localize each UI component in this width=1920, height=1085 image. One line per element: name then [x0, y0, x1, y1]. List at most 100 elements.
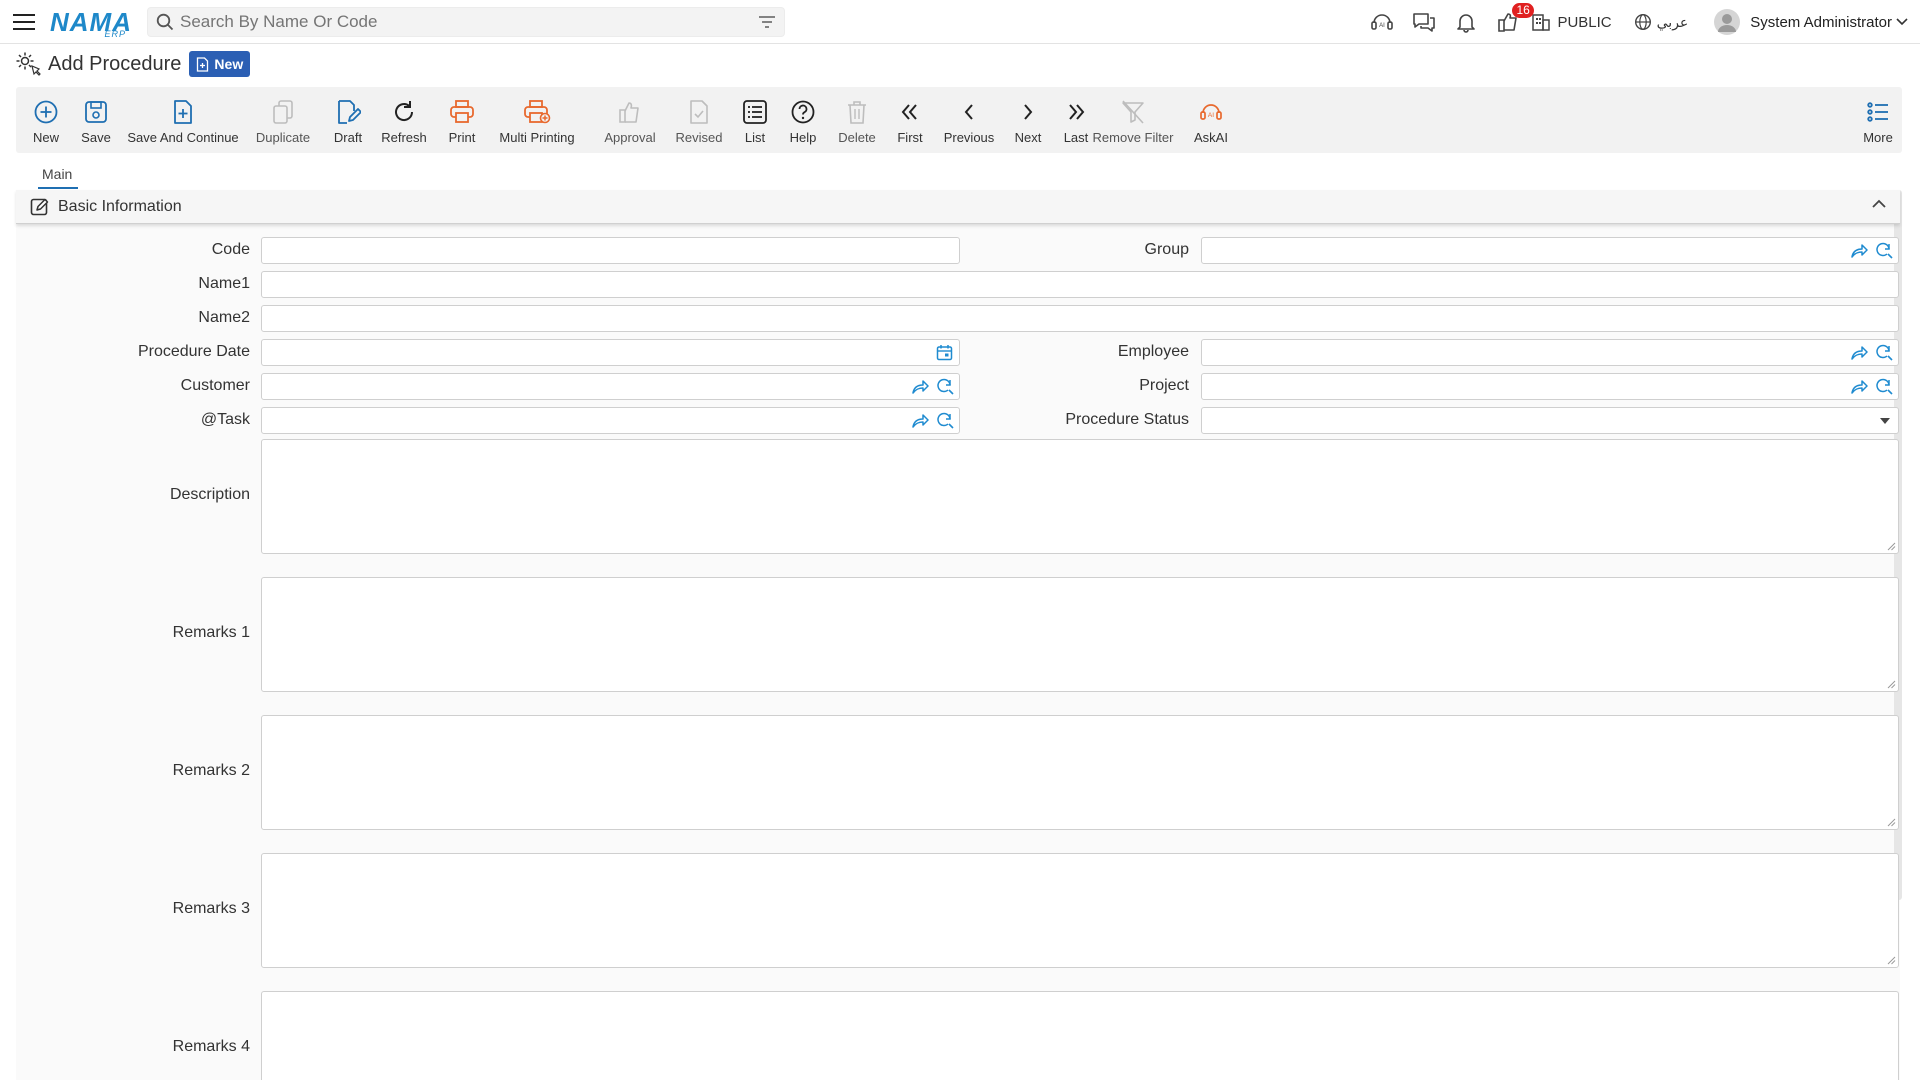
- procedure-status-label: Procedure Status: [1065, 411, 1189, 428]
- filter-icon[interactable]: [758, 14, 776, 30]
- search-refresh-icon[interactable]: [1876, 344, 1894, 362]
- new-button[interactable]: New: [26, 87, 66, 153]
- first-button-label: First: [897, 130, 923, 145]
- tab-main[interactable]: Main: [40, 160, 74, 187]
- task-label: @Task: [200, 411, 250, 428]
- globe-icon: [1634, 13, 1652, 31]
- project-field[interactable]: [1201, 373, 1899, 400]
- name1-field[interactable]: [261, 271, 1899, 298]
- global-search[interactable]: [147, 7, 785, 37]
- resize-grip-icon[interactable]: [1887, 542, 1896, 551]
- name1-label: Name1: [198, 275, 250, 292]
- print-button[interactable]: Print: [442, 87, 482, 153]
- search-refresh-icon[interactable]: [937, 378, 955, 396]
- remarks2-field[interactable]: [261, 715, 1899, 830]
- revised-button-label: Revised: [675, 130, 723, 145]
- procedure-status-input[interactable]: [1202, 408, 1898, 433]
- procedure-date-field[interactable]: [261, 339, 960, 366]
- share-arrow-icon[interactable]: [911, 379, 929, 395]
- company-selector[interactable]: PUBLIC: [1531, 12, 1612, 32]
- save-button[interactable]: Save: [76, 87, 116, 153]
- description-field[interactable]: [261, 439, 1899, 554]
- share-arrow-icon[interactable]: [1850, 379, 1868, 395]
- language-switch[interactable]: عربي: [1634, 13, 1688, 31]
- remarks4-field[interactable]: [261, 991, 1899, 1080]
- employee-input[interactable]: [1202, 340, 1898, 365]
- resize-grip-icon[interactable]: [1887, 818, 1896, 827]
- status-badge: New: [189, 51, 251, 77]
- procedure-date-label: Procedure Date: [137, 343, 250, 360]
- name1-input[interactable]: [262, 272, 1898, 297]
- company-label: PUBLIC: [1557, 13, 1612, 31]
- revised-button[interactable]: Revised: [668, 87, 730, 153]
- new-button-label: New: [32, 130, 59, 145]
- code-input[interactable]: [262, 238, 959, 263]
- share-arrow-icon[interactable]: [911, 413, 929, 429]
- customer-field[interactable]: [261, 373, 960, 400]
- section-basic-information[interactable]: Basic Information: [16, 190, 1900, 224]
- duplicate-button[interactable]: Duplicate: [253, 87, 313, 153]
- remove-filter-button[interactable]: Remove Filter: [1088, 87, 1178, 153]
- plus-circle-icon: [33, 96, 59, 128]
- chevron-up-icon[interactable]: [1872, 199, 1886, 209]
- code-field[interactable]: [261, 237, 960, 264]
- search-refresh-icon[interactable]: [1876, 378, 1894, 396]
- approval-button[interactable]: Approval: [588, 87, 672, 153]
- remove-filter-label: Remove Filter: [1092, 130, 1174, 145]
- first-button[interactable]: First: [890, 87, 930, 153]
- save-button-label: Save: [81, 130, 111, 145]
- save-and-continue-button[interactable]: Save And Continue: [127, 87, 239, 153]
- more-button[interactable]: More: [1858, 87, 1898, 153]
- calendar-icon[interactable]: [936, 344, 953, 361]
- caret-down-icon[interactable]: [1880, 418, 1890, 424]
- name2-input[interactable]: [262, 306, 1898, 331]
- task-input[interactable]: [262, 408, 959, 433]
- task-field[interactable]: [261, 407, 960, 434]
- refresh-button-label: Refresh: [381, 130, 427, 145]
- project-input[interactable]: [1202, 374, 1898, 399]
- user-menu[interactable]: System Administrator: [1714, 9, 1908, 35]
- procedure-date-input[interactable]: [262, 340, 959, 365]
- delete-button-label: Delete: [838, 130, 876, 145]
- remarks1-textarea[interactable]: [262, 578, 1898, 691]
- search-input[interactable]: [180, 12, 740, 32]
- resize-grip-icon[interactable]: [1887, 680, 1896, 689]
- remarks2-textarea[interactable]: [262, 716, 1898, 829]
- multi-printing-button[interactable]: Multi Printing: [494, 87, 580, 153]
- help-button[interactable]: Help: [780, 87, 826, 153]
- draft-button[interactable]: Draft: [328, 87, 368, 153]
- previous-button[interactable]: Previous: [940, 87, 998, 153]
- description-textarea[interactable]: [262, 440, 1898, 553]
- next-button[interactable]: Next: [1008, 87, 1048, 153]
- employee-field[interactable]: [1201, 339, 1899, 366]
- remarks1-field[interactable]: [261, 577, 1899, 692]
- remarks3-textarea[interactable]: [262, 854, 1898, 967]
- share-arrow-icon[interactable]: [1850, 243, 1868, 259]
- search-refresh-icon[interactable]: [937, 412, 955, 430]
- ai-assistant-icon[interactable]: AI: [1361, 0, 1403, 44]
- bell-icon[interactable]: [1445, 0, 1487, 44]
- group-field[interactable]: [1201, 237, 1899, 264]
- share-arrow-icon[interactable]: [1850, 345, 1868, 361]
- list-button[interactable]: List: [732, 87, 778, 153]
- resize-grip-icon[interactable]: [1887, 956, 1896, 965]
- customer-input[interactable]: [262, 374, 959, 399]
- app-logo[interactable]: NAMA ERP: [50, 5, 136, 39]
- list-icon: [742, 96, 768, 128]
- more-button-label: More: [1863, 130, 1893, 145]
- search-refresh-icon[interactable]: [1876, 242, 1894, 260]
- askai-button[interactable]: AI AskAI: [1190, 87, 1232, 153]
- top-right-actions: AI 16 PUBLIC عربي System Administrator: [1361, 0, 1920, 44]
- tasks-icon[interactable]: 16: [1487, 0, 1534, 44]
- delete-button[interactable]: Delete: [832, 87, 882, 153]
- remarks4-textarea[interactable]: [262, 992, 1898, 1080]
- page-header: Add Procedure New: [14, 48, 251, 80]
- procedure-status-select[interactable]: [1201, 407, 1899, 434]
- remarks3-field[interactable]: [261, 853, 1899, 968]
- group-input[interactable]: [1202, 238, 1898, 263]
- chat-icon[interactable]: [1403, 0, 1445, 44]
- chevrons-right-icon: [1065, 96, 1087, 128]
- refresh-button[interactable]: Refresh: [378, 87, 430, 153]
- name2-field[interactable]: [261, 305, 1899, 332]
- menu-icon[interactable]: [12, 10, 36, 34]
